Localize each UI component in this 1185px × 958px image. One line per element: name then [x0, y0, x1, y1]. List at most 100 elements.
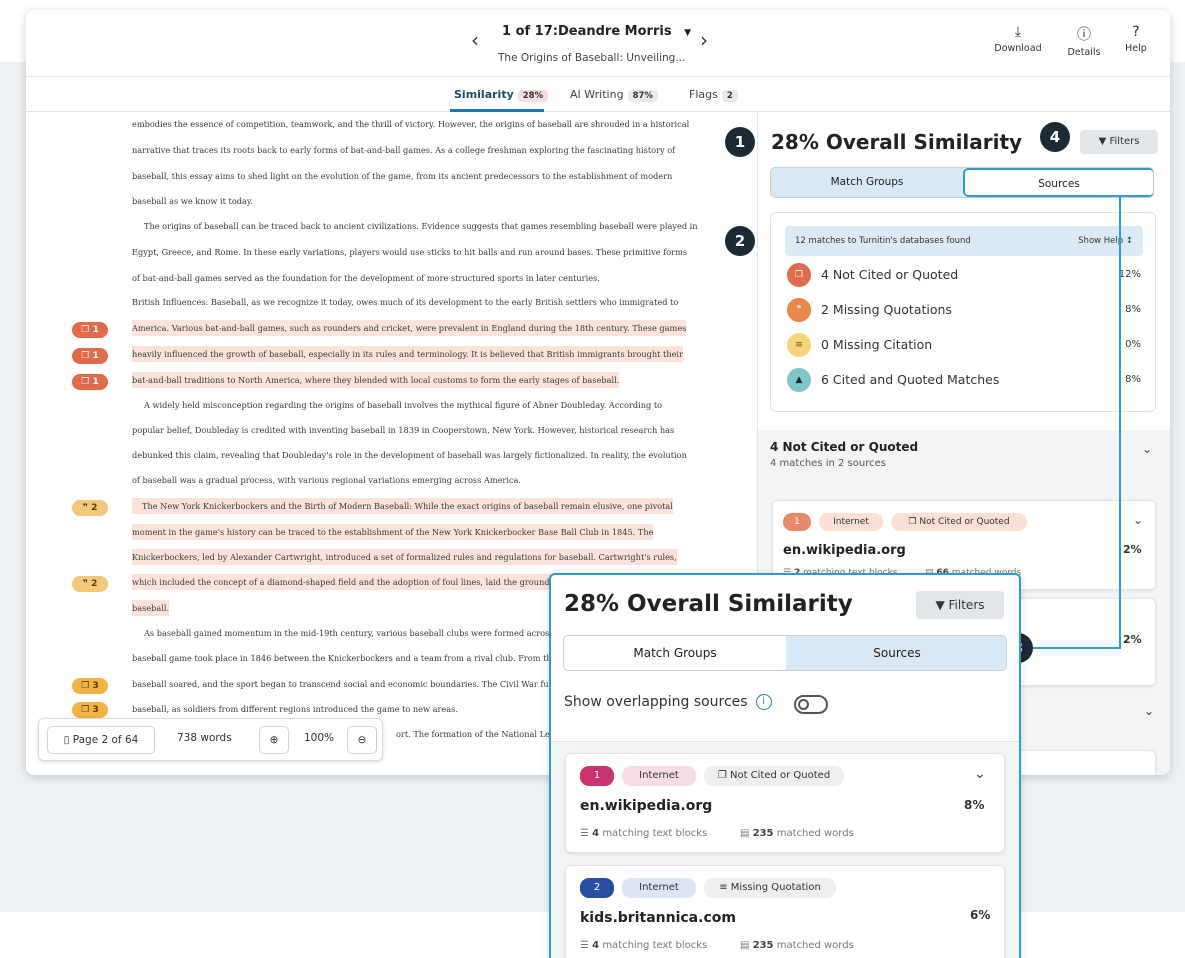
zoomed-sources-panel: 28% Overall Similarity ▼ Filters Match G… — [549, 573, 1021, 958]
page-indicator-button[interactable]: ▯ Page 2 of 64 — [47, 726, 155, 754]
tab-ai-writing-label: AI Writing — [570, 88, 624, 101]
matching-blocks: ☰ 4 matching text blocks — [580, 940, 707, 951]
match-marker[interactable]: ❐ 3 — [72, 678, 108, 694]
source-name[interactable]: kids.britannica.com — [580, 910, 736, 926]
match-marker-number: 3 — [92, 705, 99, 715]
zoom-view-toggle: Match Groups Sources — [563, 635, 1007, 671]
zoom-filters-label: Filters — [948, 598, 985, 612]
overlapping-sources-toggle[interactable] — [794, 695, 828, 714]
source-name[interactable]: en.wikipedia.org — [783, 543, 906, 558]
source-card[interactable]: 1 Internet ❐ Not Cited or Quoted ⌄ en.wi… — [565, 753, 1005, 853]
chevron-down-icon[interactable]: ⌄ — [1142, 442, 1152, 456]
filter-icon: ▼ — [1098, 136, 1110, 147]
match-groups-toggle[interactable]: Match Groups — [771, 168, 963, 197]
quote-icon: ❞ — [82, 579, 92, 589]
source-name[interactable]: en.wikipedia.org — [580, 798, 712, 814]
document-line-highlighted[interactable]: heavily influenced the growth of basebal… — [132, 346, 683, 362]
help-button[interactable]: ? Help — [1106, 24, 1166, 54]
tab-ai-writing-count: 87% — [627, 90, 658, 102]
document-line: of baseball was a gradual process, with … — [132, 475, 522, 485]
download-label: Download — [994, 43, 1042, 54]
matching-blocks-count: 4 — [592, 828, 600, 839]
document-line: baseball, as soldiers from different reg… — [132, 704, 458, 714]
copy-icon: ❐ — [81, 325, 93, 335]
summary-row-not-cited[interactable]: ❐ 4 Not Cited or Quoted 12% — [787, 263, 1141, 287]
list-icon: ☰ — [580, 828, 593, 839]
document-icon: ▤ — [740, 828, 753, 839]
document-line-highlighted[interactable]: baseball. — [132, 600, 170, 616]
document-line: baseball, this essay aims to shed light … — [132, 171, 673, 181]
summary-row-label: 4 Not Cited or Quoted — [821, 267, 959, 282]
copy-icon: ❐ — [81, 351, 93, 361]
callout-1: 1 — [725, 127, 755, 157]
match-marker[interactable]: ❞ 2 — [72, 500, 108, 516]
matched-words-count: 235 — [752, 828, 774, 839]
chevron-down-icon[interactable]: ⌄ — [1144, 704, 1154, 718]
zoom-in-button[interactable]: ⊕ — [259, 726, 289, 754]
tab-ai-writing[interactable]: AI Writing 87% — [570, 88, 658, 102]
match-group-subtitle: 4 matches in 2 sources — [770, 458, 886, 469]
document-icon: ▤ — [740, 940, 753, 951]
chevron-down-icon[interactable]: ⌄ — [974, 766, 986, 782]
top-bar: ‹ 1 of 17:Deandre Morris ▼ The Origins o… — [26, 10, 1170, 77]
zoom-out-icon: ⊖ — [357, 734, 367, 746]
list-icon: ☰ — [580, 940, 593, 951]
copy-icon: ❐ — [81, 705, 93, 715]
sources-toggle[interactable]: Sources — [963, 168, 1153, 197]
zoom-overall-similarity-title: 28% Overall Similarity — [564, 591, 853, 617]
prev-submission-button[interactable]: ‹ — [471, 28, 479, 52]
document-line: Egypt, Greece, and Rome. In these early … — [132, 247, 688, 257]
match-type-label: Not Cited or Quoted — [919, 517, 1010, 527]
zoom-sources-toggle[interactable]: Sources — [786, 636, 1006, 670]
filters-button[interactable]: ▼ Filters — [1080, 130, 1158, 154]
zoom-out-button[interactable]: ⊖ — [347, 726, 377, 754]
document-line-highlighted[interactable]: moment in the game's history can be trac… — [132, 524, 654, 540]
matching-blocks: ☰ 4 matching text blocks — [580, 828, 707, 839]
details-button[interactable]: ⓘ Details — [1054, 24, 1114, 58]
match-group-title[interactable]: 4 Not Cited or Quoted — [770, 440, 918, 454]
callout-connector — [1030, 647, 1121, 649]
document-line: ort. The formation of the National Leagu… — [396, 729, 571, 739]
callout-4: 4 — [1040, 122, 1070, 152]
match-marker[interactable]: ❐ 1 — [72, 348, 108, 364]
document-line: The origins of baseball can be traced ba… — [144, 221, 698, 231]
summary-row-label: 2 Missing Quotations — [821, 302, 952, 317]
match-marker[interactable]: ❐ 1 — [72, 322, 108, 338]
submission-title[interactable]: 1 of 17:Deandre Morris ▼ — [502, 24, 691, 39]
matching-blocks-count: 4 — [592, 940, 600, 951]
match-marker[interactable]: ❐ 1 — [72, 374, 108, 390]
document-line-highlighted[interactable]: bat-and-ball traditions to North America… — [132, 372, 620, 388]
match-marker[interactable]: ❞ 2 — [72, 576, 108, 592]
match-count-text: 12 matches to Turnitin's databases found — [795, 236, 971, 246]
matched-words-label: matched words — [776, 940, 854, 951]
summary-row-pct: 8% — [1125, 304, 1141, 315]
document-line-highlighted[interactable]: America. Various bat-and-ball games, suc… — [132, 320, 687, 336]
download-button[interactable]: ⤓ Download — [988, 24, 1048, 54]
zoom-match-groups-toggle[interactable]: Match Groups — [564, 636, 786, 670]
summary-row-missing-citation[interactable]: ≡ 0 Missing Citation 0% — [787, 333, 1141, 357]
page-toolbar: ▯ Page 2 of 64 738 words ⊕ 100% ⊖ — [38, 718, 383, 761]
tab-flags[interactable]: Flags 2 — [689, 88, 738, 102]
document-line: As baseball gained momentum in the mid-1… — [144, 628, 582, 638]
source-type-badge: Internet — [622, 878, 696, 898]
info-icon[interactable]: i — [755, 694, 772, 710]
document-line: embodies the essence of competition, tea… — [132, 119, 690, 129]
document-line-highlighted[interactable]: which included the concept of a diamond-… — [132, 574, 581, 590]
document-line-highlighted[interactable]: Knickerbockers, led by Alexander Cartwri… — [132, 549, 677, 565]
matched-words: ▤ 235 matched words — [740, 828, 854, 839]
quote-icon: ❞ — [787, 298, 811, 322]
chevron-down-icon[interactable]: ⌄ — [1133, 513, 1143, 527]
show-help-link[interactable]: Show Help ↕ — [1078, 226, 1133, 256]
match-marker[interactable]: ❐ 3 — [72, 702, 108, 718]
matched-words: ▤ 235 matched words — [740, 940, 854, 951]
source-card[interactable]: 2 Internet ≡ Missing Quotation kids.brit… — [565, 865, 1005, 958]
zoom-filters-button[interactable]: ▼ Filters — [916, 591, 1004, 619]
tab-bar: Similarity 28% AI Writing 87% Flags 2 — [26, 77, 1170, 112]
next-submission-button[interactable]: › — [700, 28, 708, 52]
summary-row-missing-quotations[interactable]: ❞ 2 Missing Quotations 8% — [787, 298, 1141, 322]
source-type-badge: Internet — [819, 513, 883, 531]
document-line-highlighted[interactable]: The New York Knickerbockers and the Birt… — [132, 498, 673, 514]
tab-similarity[interactable]: Similarity 28% — [454, 88, 549, 102]
document-line: baseball soared, and the sport began to … — [132, 679, 583, 689]
summary-row-cited-quoted[interactable]: ▲ 6 Cited and Quoted Matches 8% — [787, 368, 1141, 392]
